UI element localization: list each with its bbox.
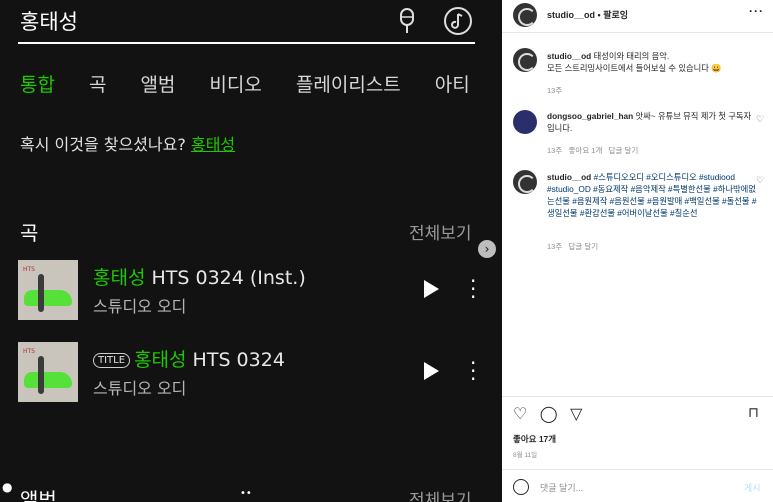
play-icon[interactable] — [424, 280, 439, 298]
did-you-mean: 혹시 이것을 찾으셨나요? 홍태성 — [20, 131, 235, 155]
search-underline — [18, 42, 475, 44]
tab-albums[interactable]: 앨범 — [140, 70, 175, 97]
bookmark-icon[interactable]: ⊓ — [748, 404, 759, 421]
divider — [502, 469, 773, 470]
add-comment-input[interactable]: 댓글 달기... — [540, 481, 583, 494]
caption: studio__od 태성이와 태리의 음악. 모든 스트리밍사이트에서 들어보… — [547, 51, 722, 73]
caption-username[interactable]: studio__od — [547, 51, 591, 61]
did-you-mean-link[interactable]: 홍태성 — [191, 135, 235, 154]
avatar[interactable] — [513, 110, 537, 134]
song-row[interactable]: HTS TITLE 홍태성 HTS 0324 스튜디오 오디 · · · — [18, 342, 488, 402]
more-vertical-icon[interactable]: · · · — [470, 271, 476, 307]
comment: dongsoo_gabriel_han 앗싸~ 유튜브 뮤직 제가 첫 구독자입… — [547, 111, 752, 133]
tab-playlists[interactable]: 플레이리스트 — [296, 70, 401, 97]
chevron-right-icon[interactable]: › — [478, 240, 496, 258]
caption-time: 13주 — [547, 86, 563, 95]
header-username[interactable]: studio__od — [547, 10, 595, 20]
avatar[interactable] — [513, 3, 537, 27]
avatar[interactable] — [513, 48, 537, 72]
instagram-comments-panel: studio__od • 팔로잉 ··· studio__od 태성이와 태리의… — [502, 0, 773, 502]
page-dots: •• — [240, 488, 252, 499]
following-button[interactable]: 팔로잉 — [603, 10, 628, 20]
song-artist: 스튜디오 오디 — [93, 379, 187, 398]
person-icon: ● — [2, 480, 13, 494]
search-input[interactable]: 홍태성 — [20, 6, 78, 36]
emoji-icon[interactable] — [513, 479, 529, 495]
comment-username[interactable]: dongsoo_gabriel_han — [547, 111, 633, 121]
heart-icon[interactable]: ♡ — [756, 114, 764, 125]
more-vertical-icon[interactable]: · · · — [470, 353, 476, 389]
music-app-panel: 홍태성 통합 곡 앨범 비디오 플레이리스트 아티 혹시 이것을 찾으셨나요? … — [0, 0, 502, 502]
albums-section-title: 앨범 — [20, 488, 57, 502]
comment-meta: 13주 좋아요 1개 답글 달기 — [547, 146, 639, 155]
songs-section-title: 곡 — [20, 221, 39, 245]
comment-likes[interactable]: 좋아요 1개 — [569, 146, 603, 155]
reply-button[interactable]: 답글 달기 — [569, 242, 599, 251]
song-artist: 스튜디오 오디 — [93, 297, 187, 316]
comment-meta: 13주 답글 달기 — [547, 242, 599, 251]
song-row[interactable]: HTS 홍태성 HTS 0324 (Inst.) 스튜디오 오디 · · · — [18, 260, 488, 320]
comment-username[interactable]: studio__od — [547, 172, 591, 182]
tab-artists[interactable]: 아티 — [435, 70, 470, 97]
post-actions: ♡ ◯ ▽ — [513, 404, 582, 424]
did-you-mean-text: 혹시 이것을 찾으셨나요? — [20, 135, 186, 154]
heart-icon[interactable]: ♡ — [756, 175, 764, 186]
post-header: studio__od • 팔로잉 — [547, 10, 629, 20]
divider — [502, 32, 773, 33]
post-date: 8월 11일 — [513, 452, 538, 459]
comment-icon[interactable]: ◯ — [540, 406, 558, 423]
heart-icon[interactable]: ♡ — [513, 406, 527, 423]
album-thumbnail: HTS — [18, 342, 78, 402]
songs-see-all-button[interactable]: 전체보기 — [409, 219, 472, 244]
play-icon[interactable] — [424, 362, 439, 380]
search-tabs: 통합 곡 앨범 비디오 플레이리스트 아티 — [20, 70, 502, 97]
tab-videos[interactable]: 비디오 — [209, 70, 261, 97]
tab-all[interactable]: 통합 — [20, 70, 55, 97]
song-title: TITLE 홍태성 HTS 0324 — [93, 345, 285, 372]
music-recognition-icon[interactable] — [443, 6, 473, 36]
microphone-icon[interactable] — [395, 7, 419, 35]
song-title: 홍태성 HTS 0324 (Inst.) — [93, 267, 306, 289]
avatar[interactable] — [513, 170, 537, 194]
divider — [502, 396, 773, 397]
share-icon[interactable]: ▽ — [570, 406, 582, 423]
albums-see-all-button[interactable]: 전체보기 — [409, 486, 472, 502]
tab-songs[interactable]: 곡 — [89, 70, 106, 97]
album-thumbnail: HTS — [18, 260, 78, 320]
post-comment-button[interactable]: 게시 — [744, 481, 761, 494]
likes-count[interactable]: 좋아요 17개 — [513, 433, 556, 445]
comment: studio__od #스튜디오오디 #오디스튜디오 #studiood #st… — [547, 171, 757, 219]
more-horizontal-icon[interactable]: ··· — [749, 4, 764, 18]
reply-button[interactable]: 답글 달기 — [609, 146, 639, 155]
title-badge: TITLE — [93, 353, 131, 368]
